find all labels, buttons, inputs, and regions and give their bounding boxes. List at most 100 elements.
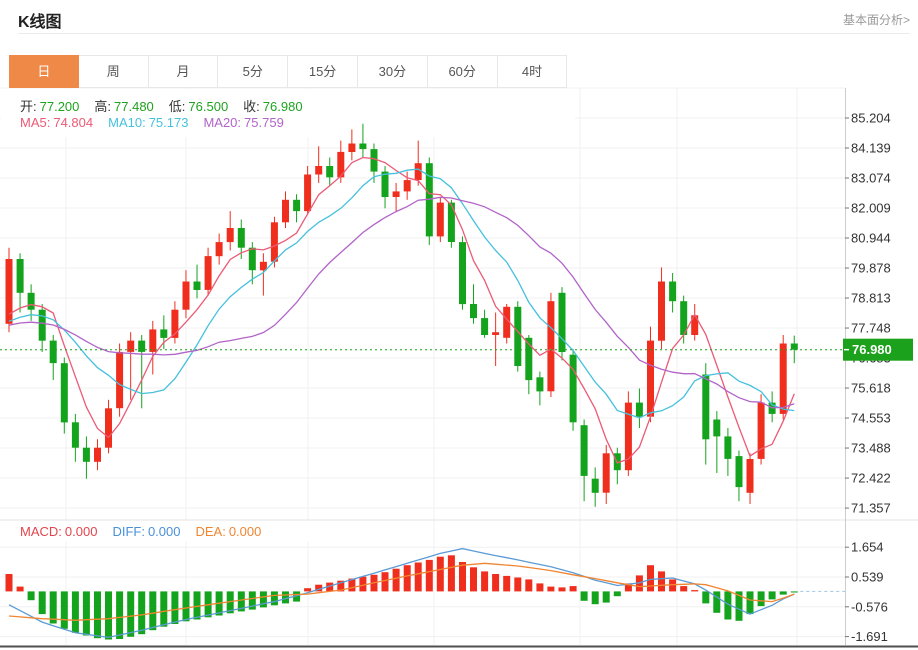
candle-body: [183, 282, 190, 310]
candle-body: [636, 403, 643, 417]
candle-body: [371, 149, 378, 172]
candle-body: [724, 436, 731, 459]
macd-bar: [28, 591, 35, 600]
tab-period-4[interactable]: 15分: [288, 55, 358, 88]
macd-bar: [459, 562, 466, 591]
macd-bar: [105, 591, 112, 639]
candle-body: [470, 304, 477, 318]
candle-body: [238, 228, 245, 248]
tab-period-6[interactable]: 60分: [428, 55, 498, 88]
macd-bar: [592, 591, 599, 604]
y-axis-label: 79.878: [851, 261, 891, 276]
macd-bar: [171, 591, 178, 624]
candle-body: [448, 203, 455, 242]
macd-bar: [691, 590, 698, 591]
candle-body: [94, 448, 101, 462]
candle-body: [702, 375, 709, 440]
macd-readout-item-0: MACD:0.000: [20, 524, 97, 539]
candle-body: [127, 341, 134, 352]
candle-body: [647, 341, 654, 417]
macd-bar: [116, 591, 123, 639]
macd-bar: [39, 591, 46, 614]
candle-body: [581, 425, 588, 476]
candle-body: [315, 166, 322, 175]
macd-bar: [61, 591, 68, 628]
candle-body: [160, 329, 167, 338]
candle-body: [559, 293, 566, 352]
ohlc-readout-item-1: 高:77.480: [94, 99, 153, 114]
macd-bar: [448, 555, 455, 591]
macd-bar: [536, 583, 543, 591]
macd-bar: [647, 565, 654, 591]
macd-bar: [581, 591, 588, 600]
ohlc-readout-item-3: 收:76.980: [243, 99, 302, 114]
macd-bar: [559, 587, 566, 591]
macd-bar: [94, 591, 101, 638]
macd-bar: [72, 591, 79, 632]
candle-body: [194, 282, 201, 291]
candle-body: [658, 282, 665, 341]
fundamental-analysis-link[interactable]: 基本面分析>: [843, 11, 910, 28]
macd-bar: [514, 578, 521, 592]
macd-bar: [614, 591, 621, 596]
macd-readout: MACD:0.000DIFF:0.000DEA:0.000: [20, 524, 276, 539]
tab-period-7[interactable]: 4时: [498, 55, 568, 88]
tab-period-3[interactable]: 5分: [218, 55, 288, 88]
macd-bar: [149, 591, 156, 630]
candle-body: [791, 344, 798, 350]
candle-body: [28, 293, 35, 310]
macd-bar: [758, 591, 765, 606]
candle-body: [326, 166, 333, 177]
tab-period-0[interactable]: 日: [9, 55, 79, 88]
candle-body: [547, 301, 554, 391]
macd-bar: [492, 574, 499, 591]
macd-bar: [481, 571, 488, 591]
macd-bar: [138, 591, 145, 634]
candle-body: [415, 163, 422, 180]
candle-body: [393, 191, 400, 197]
current-price-badge-label: 76.980: [852, 342, 892, 357]
candle-body: [592, 479, 599, 493]
candle-body: [72, 422, 79, 447]
candle-body: [17, 259, 24, 293]
candle-body: [359, 144, 366, 150]
macd-bar: [658, 571, 665, 591]
header-divider: [18, 33, 910, 34]
macd-bar: [17, 587, 24, 592]
tab-period-1[interactable]: 周: [79, 55, 149, 88]
ma-readout-item-2: MA20:75.759: [203, 115, 283, 130]
macd-bar: [713, 591, 720, 612]
macd-bar: [503, 576, 510, 592]
tab-period-5[interactable]: 30分: [358, 55, 428, 88]
candle-body: [249, 248, 256, 271]
y-axis-label: 74.553: [851, 411, 891, 426]
y-axis-label: 82.009: [851, 201, 891, 216]
tab-period-2[interactable]: 月: [149, 55, 219, 88]
ma-readout-item-1: MA10:75.173: [108, 115, 188, 130]
ohlc-readout: 开:77.200高:77.480低:76.500收:76.980: [20, 96, 318, 115]
y-axis-label: 80.944: [851, 231, 891, 246]
ma-readout: MA5:74.804MA10:75.173MA20:75.759: [20, 115, 299, 130]
candle-body: [669, 282, 676, 302]
macd-bar: [747, 591, 754, 614]
candle-body: [205, 256, 212, 290]
macd-bar: [570, 586, 577, 591]
macd-bar: [680, 586, 687, 591]
macd-bar: [780, 591, 787, 594]
y-axis-label: 85.204: [851, 111, 891, 126]
candle-body: [481, 318, 488, 335]
ohlc-readout-item-2: 低:76.500: [169, 99, 228, 114]
candle-body: [83, 448, 90, 462]
candle-body: [39, 310, 46, 341]
macd-bar: [791, 591, 798, 592]
macd-readout-item-1: DIFF:0.000: [112, 524, 180, 539]
macd-bar: [547, 587, 554, 592]
period-tab-bar: 日周月5分15分30分60分4时: [9, 55, 567, 88]
candle-body: [149, 329, 156, 352]
candle-body: [459, 242, 466, 304]
macd-bar: [437, 557, 444, 592]
candle-body: [304, 175, 311, 212]
y-axis-label: 72.422: [851, 471, 891, 486]
y-axis-label: -0.576: [851, 599, 888, 614]
bottom-axis-border: [0, 646, 918, 648]
